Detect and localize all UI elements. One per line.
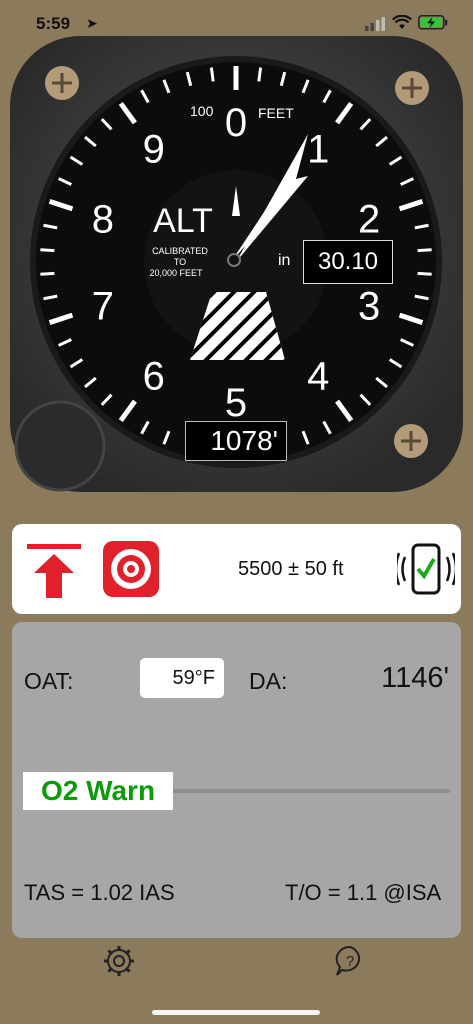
density-altitude-value: 1146'	[381, 662, 449, 694]
dial-tick	[417, 271, 432, 276]
cellular-signal-icon	[365, 17, 385, 31]
label-100: 100	[190, 103, 214, 119]
wifi-icon	[392, 15, 412, 29]
o2-slider-track[interactable]	[170, 789, 450, 793]
dial-number: 3	[358, 284, 380, 328]
dial-tick	[40, 248, 55, 253]
dial-number: 4	[307, 354, 329, 398]
gear-icon[interactable]	[103, 945, 135, 977]
takeoff-text: T/O = 1.1 @ISA	[285, 880, 442, 905]
tas-text: TAS = 1.02 IAS	[24, 880, 175, 905]
home-indicator	[152, 1010, 320, 1015]
dial-number: 2	[358, 198, 380, 242]
baro-setting-field[interactable]: 30.10	[303, 240, 393, 284]
dial-number: 9	[143, 128, 165, 172]
dial-tick	[209, 67, 215, 82]
phone-vibrate-check-icon[interactable]	[397, 543, 455, 595]
altitude-readout: 1078'	[185, 421, 287, 461]
battery-charging-icon	[418, 15, 448, 30]
label-alt: ALT	[153, 202, 213, 240]
dial-number: 6	[143, 354, 165, 398]
dial-tick	[40, 271, 55, 276]
oat-field[interactable]: 59°F	[140, 658, 224, 698]
label-calibrated-feet: 20,000 FEET	[149, 268, 203, 278]
o2-warn-toggle[interactable]: O2 Warn	[23, 772, 173, 810]
dial-number: 5	[225, 381, 247, 425]
label-calibrated-to: TO	[174, 257, 186, 267]
target-altitude-text: 5500 ± 50 ft	[238, 558, 344, 580]
target-icon[interactable]	[103, 541, 159, 597]
dial-number: 8	[92, 198, 114, 242]
takeoff-arrow-icon[interactable]	[26, 540, 84, 600]
location-arrow-icon: ➤	[86, 15, 98, 31]
dial-number: 1	[307, 128, 329, 172]
oat-label: OAT:	[24, 668, 74, 694]
dial-tick	[257, 67, 263, 82]
svg-text:?: ?	[346, 953, 354, 970]
label-calibrated: CALIBRATED	[152, 246, 208, 256]
help-icon[interactable]: ?	[333, 944, 367, 978]
da-label: DA:	[249, 668, 288, 694]
baro-knob-icon	[14, 400, 106, 492]
baro-unit-label: in	[278, 252, 291, 269]
label-feet: FEET	[258, 105, 294, 121]
dial-tick	[417, 248, 432, 253]
dial-number: 0	[225, 101, 247, 145]
status-time: 5:59	[36, 14, 71, 33]
dial-number: 7	[92, 284, 114, 328]
